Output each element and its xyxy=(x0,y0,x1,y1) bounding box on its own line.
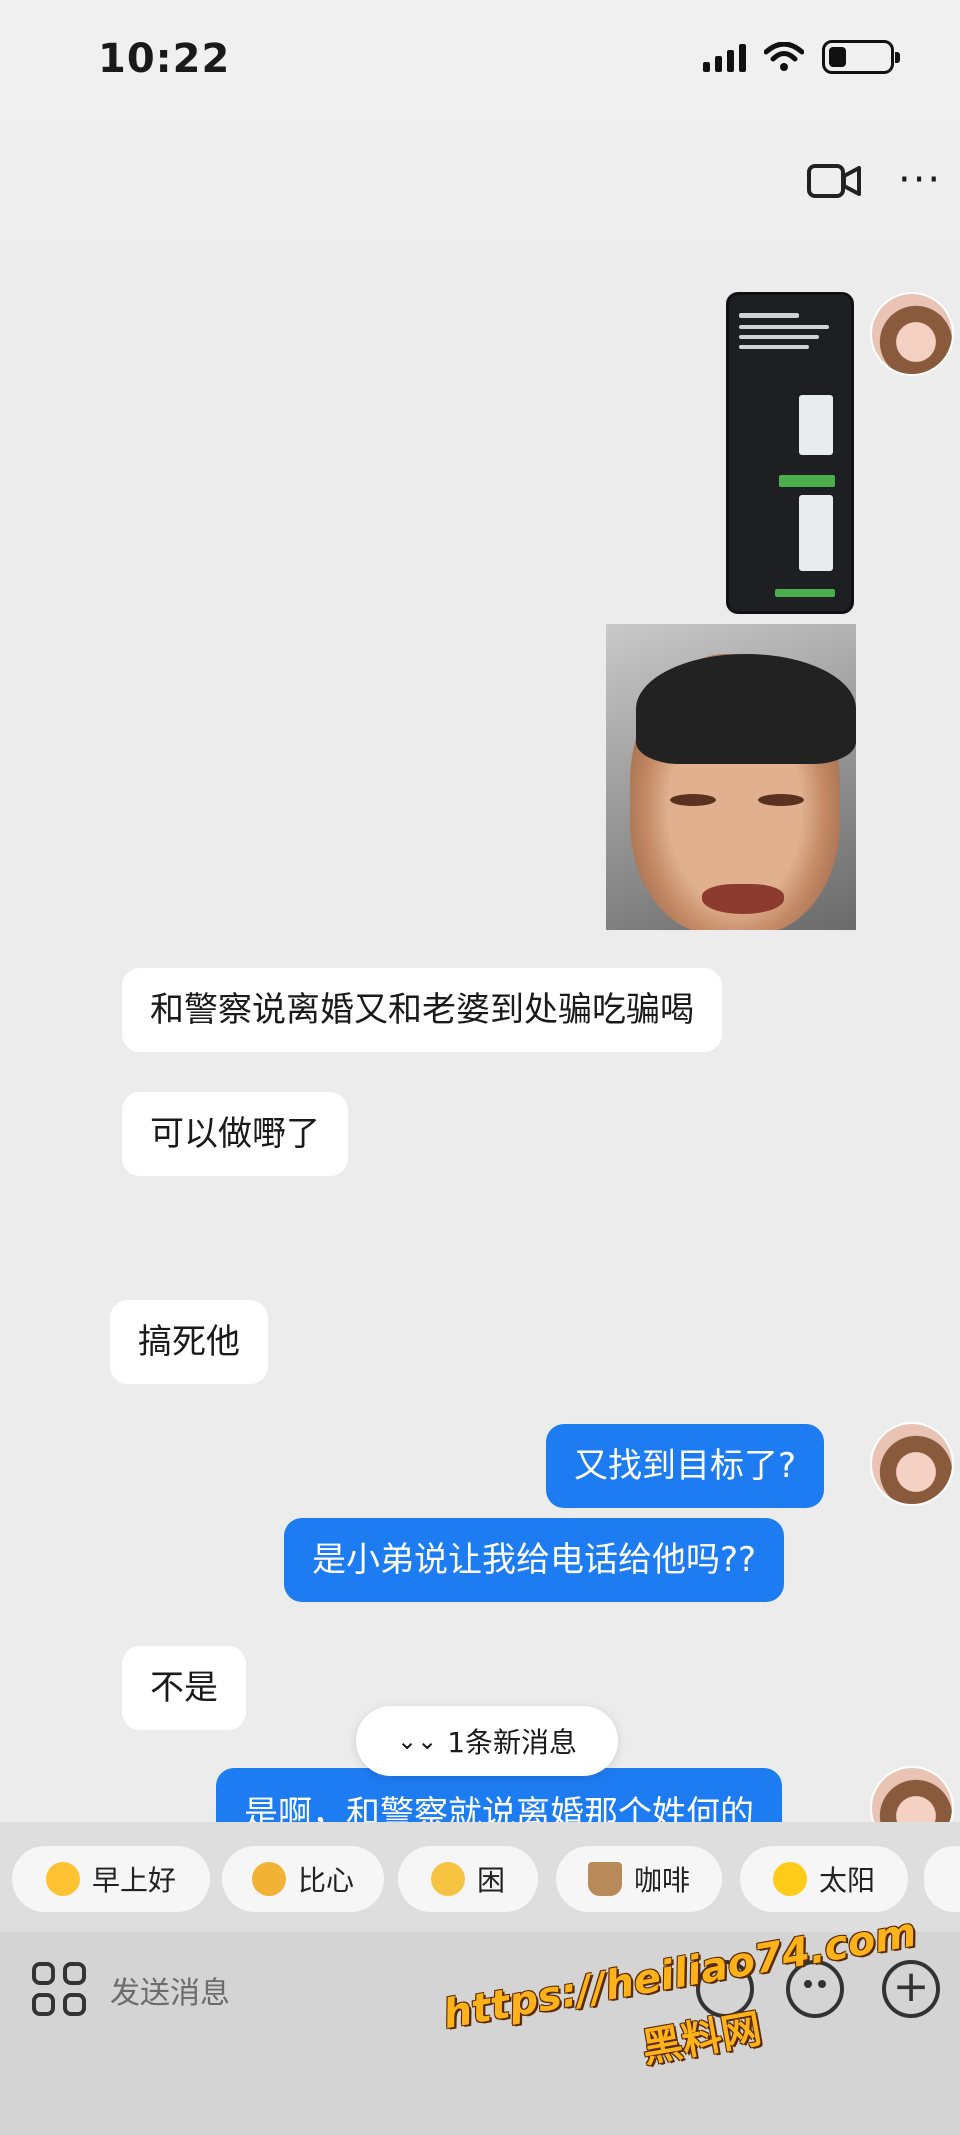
message-outgoing[interactable]: 又找到目标了? xyxy=(546,1424,825,1508)
new-messages-button[interactable]: ⌄⌄ 1条新消息 xyxy=(356,1706,618,1776)
video-call-icon[interactable] xyxy=(806,160,862,202)
morning-emoji-icon xyxy=(45,1862,80,1896)
heart-hand-emoji-icon xyxy=(251,1862,286,1896)
battery-icon xyxy=(822,40,900,74)
chat-screenshot-image[interactable] xyxy=(726,292,854,614)
face-shape xyxy=(630,654,856,930)
my-avatar[interactable] xyxy=(870,1422,954,1506)
quick-reply-label: 咖啡 xyxy=(633,1864,690,1897)
quick-reply-heart[interactable]: 比心 xyxy=(222,1846,384,1912)
quick-reply-label: 困 xyxy=(476,1864,505,1897)
quick-reply-sleepy[interactable]: 困 xyxy=(398,1846,538,1912)
quick-reply-label: 早上好 xyxy=(91,1864,176,1897)
chat-header: ··· xyxy=(0,120,960,240)
watermark-name: 黑料网 xyxy=(638,2005,765,2073)
new-messages-label: 1条新消息 xyxy=(447,1726,578,1759)
quick-reply-morning[interactable]: 早上好 xyxy=(12,1846,210,1912)
status-bar: 10:22 xyxy=(0,0,960,120)
sleepy-emoji-icon xyxy=(430,1862,465,1896)
message-outgoing[interactable]: 是小弟说让我给电话给他吗?? xyxy=(284,1518,785,1602)
message-incoming[interactable]: 可以做嘢了 xyxy=(122,1092,348,1176)
message-outgoing[interactable]: 是啊，和警察就说离婚那个姓何的 xyxy=(216,1768,782,1824)
message-incoming[interactable]: 搞死他 xyxy=(110,1300,268,1384)
status-time: 10:22 xyxy=(98,36,231,82)
message-incoming[interactable]: 不是 xyxy=(122,1646,246,1730)
quick-reply-coffee[interactable]: 咖啡 xyxy=(556,1846,722,1912)
right-eye-shape xyxy=(758,794,804,806)
double-chevron-down-icon: ⌄⌄ xyxy=(396,1727,438,1755)
crying-face-photo[interactable] xyxy=(606,624,856,930)
sun-emoji-icon xyxy=(772,1862,807,1896)
quick-reply-label: 比心 xyxy=(297,1864,354,1897)
mouth-shape xyxy=(702,884,784,914)
quick-reply-more[interactable] xyxy=(924,1846,960,1912)
coffee-emoji-icon xyxy=(587,1862,622,1896)
hair-shape xyxy=(636,654,856,764)
apps-icon[interactable] xyxy=(32,1962,86,2016)
battery-level xyxy=(829,47,847,67)
status-icons xyxy=(703,40,900,74)
message-incoming[interactable]: 和警察说离婚又和老婆到处骗吃骗喝 xyxy=(122,968,722,1052)
signal-icon xyxy=(703,42,746,72)
left-eye-shape xyxy=(670,794,716,806)
message-input[interactable]: 发送消息 xyxy=(110,1968,230,2012)
my-avatar[interactable] xyxy=(870,292,954,376)
wifi-icon xyxy=(764,42,804,71)
more-icon[interactable]: ··· xyxy=(898,160,942,200)
